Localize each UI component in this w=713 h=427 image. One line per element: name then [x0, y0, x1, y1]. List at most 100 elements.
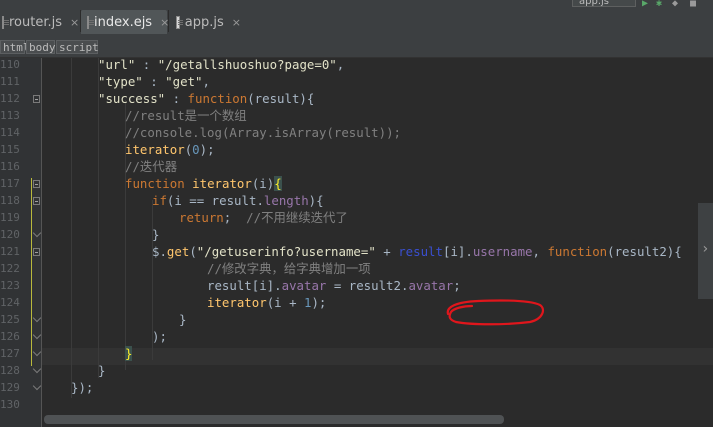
code-line-113: //result是一个数组 [125, 107, 247, 124]
code-token: ( [189, 244, 197, 259]
code-line-124: iterator(i + 1); [207, 294, 326, 311]
code-token: } [152, 227, 160, 242]
code-token: "type" [98, 74, 143, 89]
breadcrumb-script[interactable]: script [56, 40, 99, 54]
tab-app-js[interactable]: app.js × [169, 10, 241, 34]
line-number: 128 [0, 364, 20, 377]
tab-label: router.js [9, 14, 63, 30]
code-token: : [142, 74, 166, 89]
tab-router-js[interactable]: router.js × [0, 10, 79, 34]
code-line-122: //修改字典，给字典增加一项 [207, 260, 371, 277]
line-number: 118 [0, 194, 20, 207]
code-token: ); [311, 295, 327, 310]
code-line-110: "url" : "/getallshuoshuo?page=0", [98, 56, 344, 73]
code-token: function [125, 176, 185, 191]
close-icon[interactable]: × [232, 16, 241, 29]
code-line-116: //迭代器 [125, 158, 177, 175]
coverage-icon[interactable]: ◆ [672, 0, 678, 9]
line-number: 129 [0, 381, 20, 394]
fold-end-icon[interactable] [32, 381, 42, 391]
code-token: ){ [308, 193, 324, 208]
code-token: } [179, 312, 187, 327]
ejs-file-icon [87, 15, 94, 29]
code-token: "/getuserinfo?username=" [196, 244, 376, 259]
line-number: 115 [0, 143, 20, 156]
chevron-right-icon: › [701, 241, 710, 257]
code-token: $. [152, 244, 167, 259]
code-token: function [547, 244, 608, 259]
code-token: "url" [98, 57, 136, 72]
code-line-121: $.get("/getuserinfo?username=" + result[… [152, 243, 682, 260]
breadcrumb-body[interactable]: body [26, 40, 56, 54]
code-line-120: } [152, 226, 159, 243]
line-number: 121 [0, 245, 20, 258]
line-number: 122 [0, 262, 20, 275]
fold-end-icon[interactable] [32, 347, 42, 357]
tab-index-ejs[interactable]: index.ejs × [81, 10, 169, 34]
code-token: 0 [192, 142, 200, 157]
code-token: "/getallshuoshuo?page=0" [157, 57, 337, 72]
code-line-125: } [179, 311, 186, 328]
code-token: = result2. [326, 278, 409, 293]
line-number: 110 [0, 58, 20, 71]
code-token: : [165, 91, 188, 106]
fold-toggle-icon[interactable] [33, 197, 40, 205]
code-token: (result2){ [607, 244, 682, 259]
fold-toggle-icon[interactable] [33, 180, 40, 188]
code-token: , [532, 244, 548, 259]
code-token: (i + [266, 295, 304, 310]
line-number: 119 [0, 211, 20, 224]
code-token: [i]. [442, 244, 473, 259]
fold-toggle-icon[interactable] [33, 248, 40, 256]
code-comment: //修改字典，给字典增加一项 [207, 261, 371, 276]
line-number: 130 [0, 398, 20, 411]
code-token: avatar [281, 278, 327, 293]
code-token: iterator [184, 176, 252, 191]
js-file-icon [176, 15, 183, 29]
code-token: , [336, 57, 345, 72]
stop-icon[interactable]: ■ [690, 0, 696, 9]
code-line-112: "success" : function(result){ [98, 90, 314, 107]
code-token: ; [453, 278, 461, 293]
close-icon[interactable]: × [70, 16, 79, 29]
code-token: result[i]. [207, 278, 282, 293]
code-comment: //迭代器 [125, 159, 178, 174]
code-token: (i == result. [166, 193, 264, 208]
line-number: 114 [0, 126, 20, 139]
tab-label: app.js [184, 14, 224, 30]
scope-indicator [31, 178, 32, 366]
matched-brace: { [274, 176, 282, 191]
code-token: "success" [98, 91, 166, 106]
editor-tab-bar: router.js × index.ejs × app.js × app.js … [0, 0, 713, 38]
line-number-gutter: 110 111 112 113 114 115 116 117 118 119 … [0, 58, 42, 427]
code-token: function [187, 91, 248, 106]
breadcrumb: html body script [0, 37, 713, 58]
code-comment: //不用继续迭代了 [246, 210, 348, 225]
code-comment: //result是一个数组 [125, 108, 247, 123]
fold-end-icon[interactable] [32, 330, 42, 340]
code-token: , [202, 74, 210, 89]
run-configuration-select[interactable]: app.js [572, 0, 636, 7]
code-line-118: if(i == result.length){ [152, 192, 324, 209]
code-token: + [375, 244, 399, 259]
side-panel-handle[interactable]: › [698, 203, 713, 299]
fold-end-icon[interactable] [32, 364, 42, 374]
run-icon[interactable]: ▶ [642, 0, 648, 9]
code-line-114: //console.log(Array.isArray(result)); [125, 124, 401, 141]
fold-end-icon[interactable] [32, 313, 42, 323]
code-line-127: } [125, 345, 133, 362]
line-number: 126 [0, 330, 20, 343]
indent-guide [71, 58, 72, 398]
fold-toggle-icon[interactable] [33, 95, 40, 103]
fold-end-icon[interactable] [32, 228, 42, 238]
debug-icon[interactable]: ✱ [656, 0, 662, 9]
code-token: username [472, 244, 533, 259]
code-token: ); [152, 329, 167, 344]
code-editor[interactable]: "url" : "/getallshuoshuo?page=0", "type"… [44, 56, 704, 427]
breadcrumb-html[interactable]: html [0, 40, 30, 54]
code-token: if [152, 193, 167, 208]
code-line-126: ); [152, 328, 167, 345]
line-number: 117 [0, 177, 20, 190]
horizontal-scrollbar[interactable] [44, 415, 504, 424]
code-line-123: result[i].avatar = result2.avatar; [207, 277, 461, 294]
